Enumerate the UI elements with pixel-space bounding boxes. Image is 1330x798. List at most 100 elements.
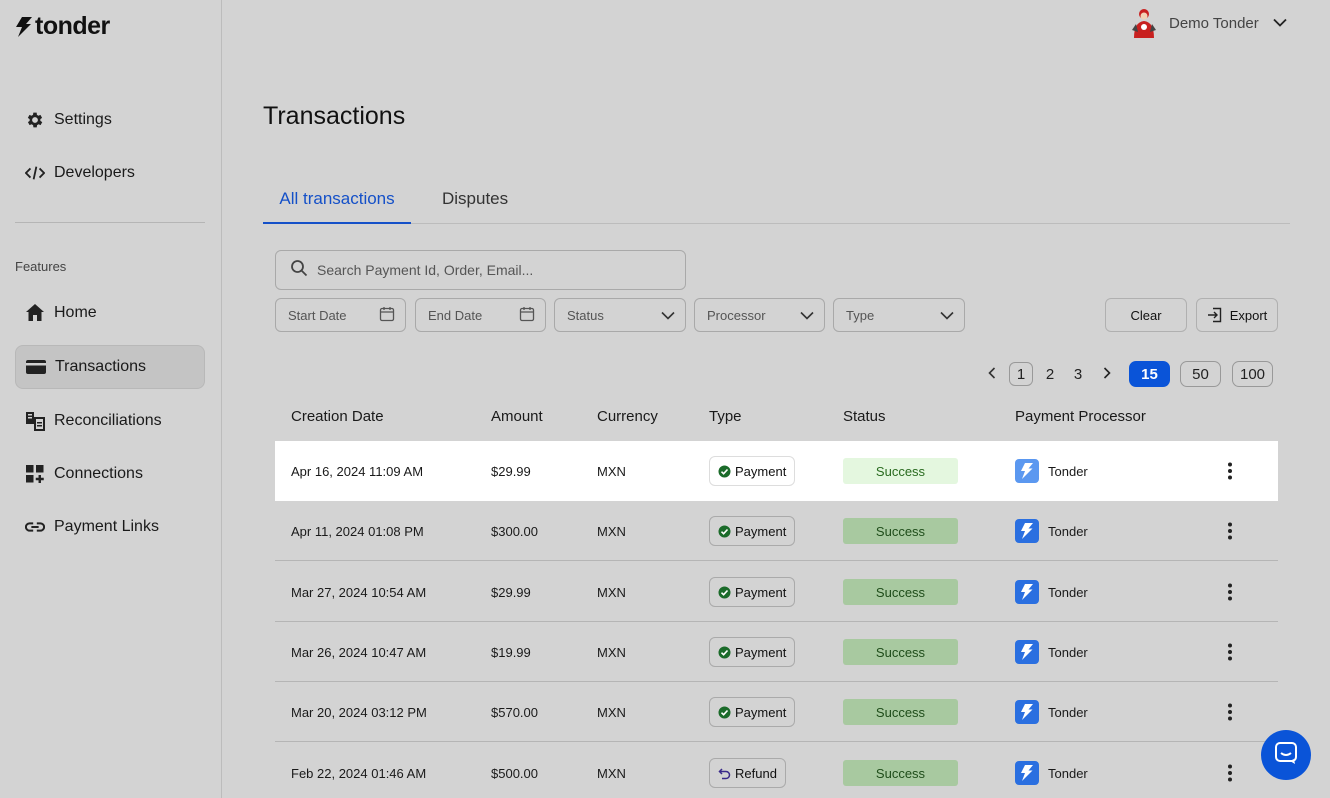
page-button-1[interactable]: 1 (1009, 362, 1033, 386)
type-label: Payment (735, 523, 787, 539)
table-header: Creation Date Amount Currency Type Statu… (275, 400, 1278, 434)
sidebar-item-payment-links[interactable]: Payment Links (15, 505, 205, 549)
previous-page-button[interactable] (984, 362, 1000, 386)
status-badge: Success (843, 639, 958, 665)
page-button-3[interactable]: 3 (1066, 362, 1090, 386)
cell-payment-processor: Tonder (1015, 743, 1088, 798)
cell-payment-processor: Tonder (1015, 501, 1088, 561)
next-page-button[interactable] (1099, 362, 1115, 386)
cell-creation-date: Mar 20, 2024 03:12 PM (291, 704, 427, 720)
type-filter[interactable]: Type (833, 298, 965, 332)
page-size-50[interactable]: 50 (1180, 361, 1221, 387)
cell-status: Success (843, 501, 958, 561)
sidebar-item-home[interactable]: Home (15, 291, 205, 335)
row-actions-menu-icon[interactable] (1227, 562, 1233, 622)
cell-amount: $500.00 (491, 765, 538, 781)
status-badge: Success (843, 579, 958, 605)
table-row[interactable]: Mar 27, 2024 10:54 AM $29.99 MXN Payment… (275, 562, 1278, 622)
table-row[interactable]: Apr 16, 2024 11:09 AM $29.99 MXN Payment… (275, 441, 1278, 501)
tab-disputes[interactable]: Disputes (442, 180, 508, 224)
search-icon (290, 259, 308, 282)
cell-currency: MXN (597, 523, 626, 539)
reconcile-icon (25, 411, 45, 431)
export-button[interactable]: Export (1196, 298, 1278, 332)
status-badge: Success (843, 760, 958, 786)
column-header-amount: Amount (491, 408, 543, 425)
processor-name: Tonder (1048, 765, 1088, 781)
tonder-logo-icon (1015, 580, 1039, 604)
chevron-left-icon (988, 366, 996, 383)
column-header-payment-processor: Payment Processor (1015, 408, 1146, 425)
sidebar-item-settings[interactable]: Settings (15, 98, 205, 142)
type-label: Refund (735, 765, 777, 781)
chevron-down-icon (661, 308, 675, 323)
export-button-label: Export (1229, 307, 1268, 323)
search-box[interactable] (275, 250, 686, 290)
sidebar-item-label: Transactions (55, 358, 146, 375)
brand-logo[interactable]: tonder (15, 12, 110, 41)
sidebar-item-transactions[interactable]: Transactions (15, 345, 205, 389)
table-row[interactable]: Mar 20, 2024 03:12 PM $570.00 MXN Paymen… (275, 682, 1278, 742)
row-actions-menu-icon[interactable] (1227, 441, 1233, 501)
chat-launcher-button[interactable] (1261, 730, 1311, 780)
type-badge: Refund (709, 758, 786, 788)
search-input[interactable] (317, 262, 657, 278)
table-row[interactable]: Apr 11, 2024 01:08 PM $300.00 MXN Paymen… (275, 501, 1278, 561)
processor-name: Tonder (1048, 523, 1088, 539)
cell-currency: MXN (597, 704, 626, 720)
brand-logo-text: tonder (35, 12, 110, 40)
tonder-logo-icon (1015, 640, 1039, 664)
sidebar-item-connections[interactable]: Connections (15, 452, 205, 496)
tab-bar: All transactions Disputes (263, 180, 1290, 224)
cell-status: Success (843, 743, 958, 798)
cell-status: Success (843, 562, 958, 622)
features-section-label: Features (15, 259, 67, 274)
status-badge: Success (843, 458, 958, 484)
tab-all-transactions[interactable]: All transactions (263, 180, 411, 224)
sidebar-item-label: Developers (54, 164, 135, 181)
row-actions-menu-icon[interactable] (1227, 622, 1233, 682)
processor-filter[interactable]: Processor (694, 298, 825, 332)
export-icon (1207, 307, 1223, 323)
sidebar-item-label: Connections (54, 465, 143, 482)
page-size-100[interactable]: 100 (1232, 361, 1273, 387)
cell-type: Payment (709, 682, 796, 742)
type-badge: Payment (709, 697, 796, 727)
status-filter[interactable]: Status (554, 298, 686, 332)
page-button-2[interactable]: 2 (1038, 362, 1062, 386)
row-actions-menu-icon[interactable] (1227, 501, 1233, 561)
row-actions-menu-icon[interactable] (1227, 682, 1233, 742)
page-title: Transactions (263, 102, 406, 130)
user-menu[interactable]: Demo Tonder (1128, 6, 1287, 40)
chevron-right-icon (1103, 366, 1111, 383)
table-row[interactable]: Mar 26, 2024 10:47 AM $19.99 MXN Payment… (275, 622, 1278, 682)
chevron-down-icon[interactable] (1273, 14, 1287, 32)
type-filter-label: Type (846, 307, 875, 323)
gear-icon (25, 110, 45, 130)
type-label: Payment (735, 463, 787, 479)
type-badge: Payment (709, 577, 796, 607)
type-label: Payment (735, 644, 787, 660)
end-date-picker[interactable]: End Date (415, 298, 546, 332)
processor-name: Tonder (1048, 704, 1088, 720)
cell-amount: $570.00 (491, 704, 538, 720)
page-size-15[interactable]: 15 (1129, 361, 1170, 387)
cell-creation-date: Mar 26, 2024 10:47 AM (291, 644, 427, 660)
cell-creation-date: Apr 16, 2024 11:09 AM (291, 463, 424, 479)
grid-plus-icon (25, 464, 45, 484)
cell-creation-date: Apr 11, 2024 01:08 PM (291, 523, 424, 539)
cell-currency: MXN (597, 765, 626, 781)
start-date-picker[interactable]: Start Date (275, 298, 406, 332)
avatar (1128, 6, 1160, 40)
sidebar-item-reconciliations[interactable]: Reconciliations (15, 399, 205, 443)
cell-type: Payment (709, 622, 796, 682)
table-row[interactable]: Feb 22, 2024 01:46 AM $500.00 MXN Refund… (275, 743, 1278, 798)
cell-type: Payment (709, 441, 796, 501)
chevron-down-icon (800, 308, 814, 323)
row-actions-menu-icon[interactable] (1227, 743, 1233, 798)
cell-payment-processor: Tonder (1015, 441, 1088, 501)
start-date-label: Start Date (288, 307, 347, 323)
sidebar-item-developers[interactable]: Developers (15, 151, 205, 195)
processor-name: Tonder (1048, 584, 1088, 600)
clear-button[interactable]: Clear (1105, 298, 1187, 332)
